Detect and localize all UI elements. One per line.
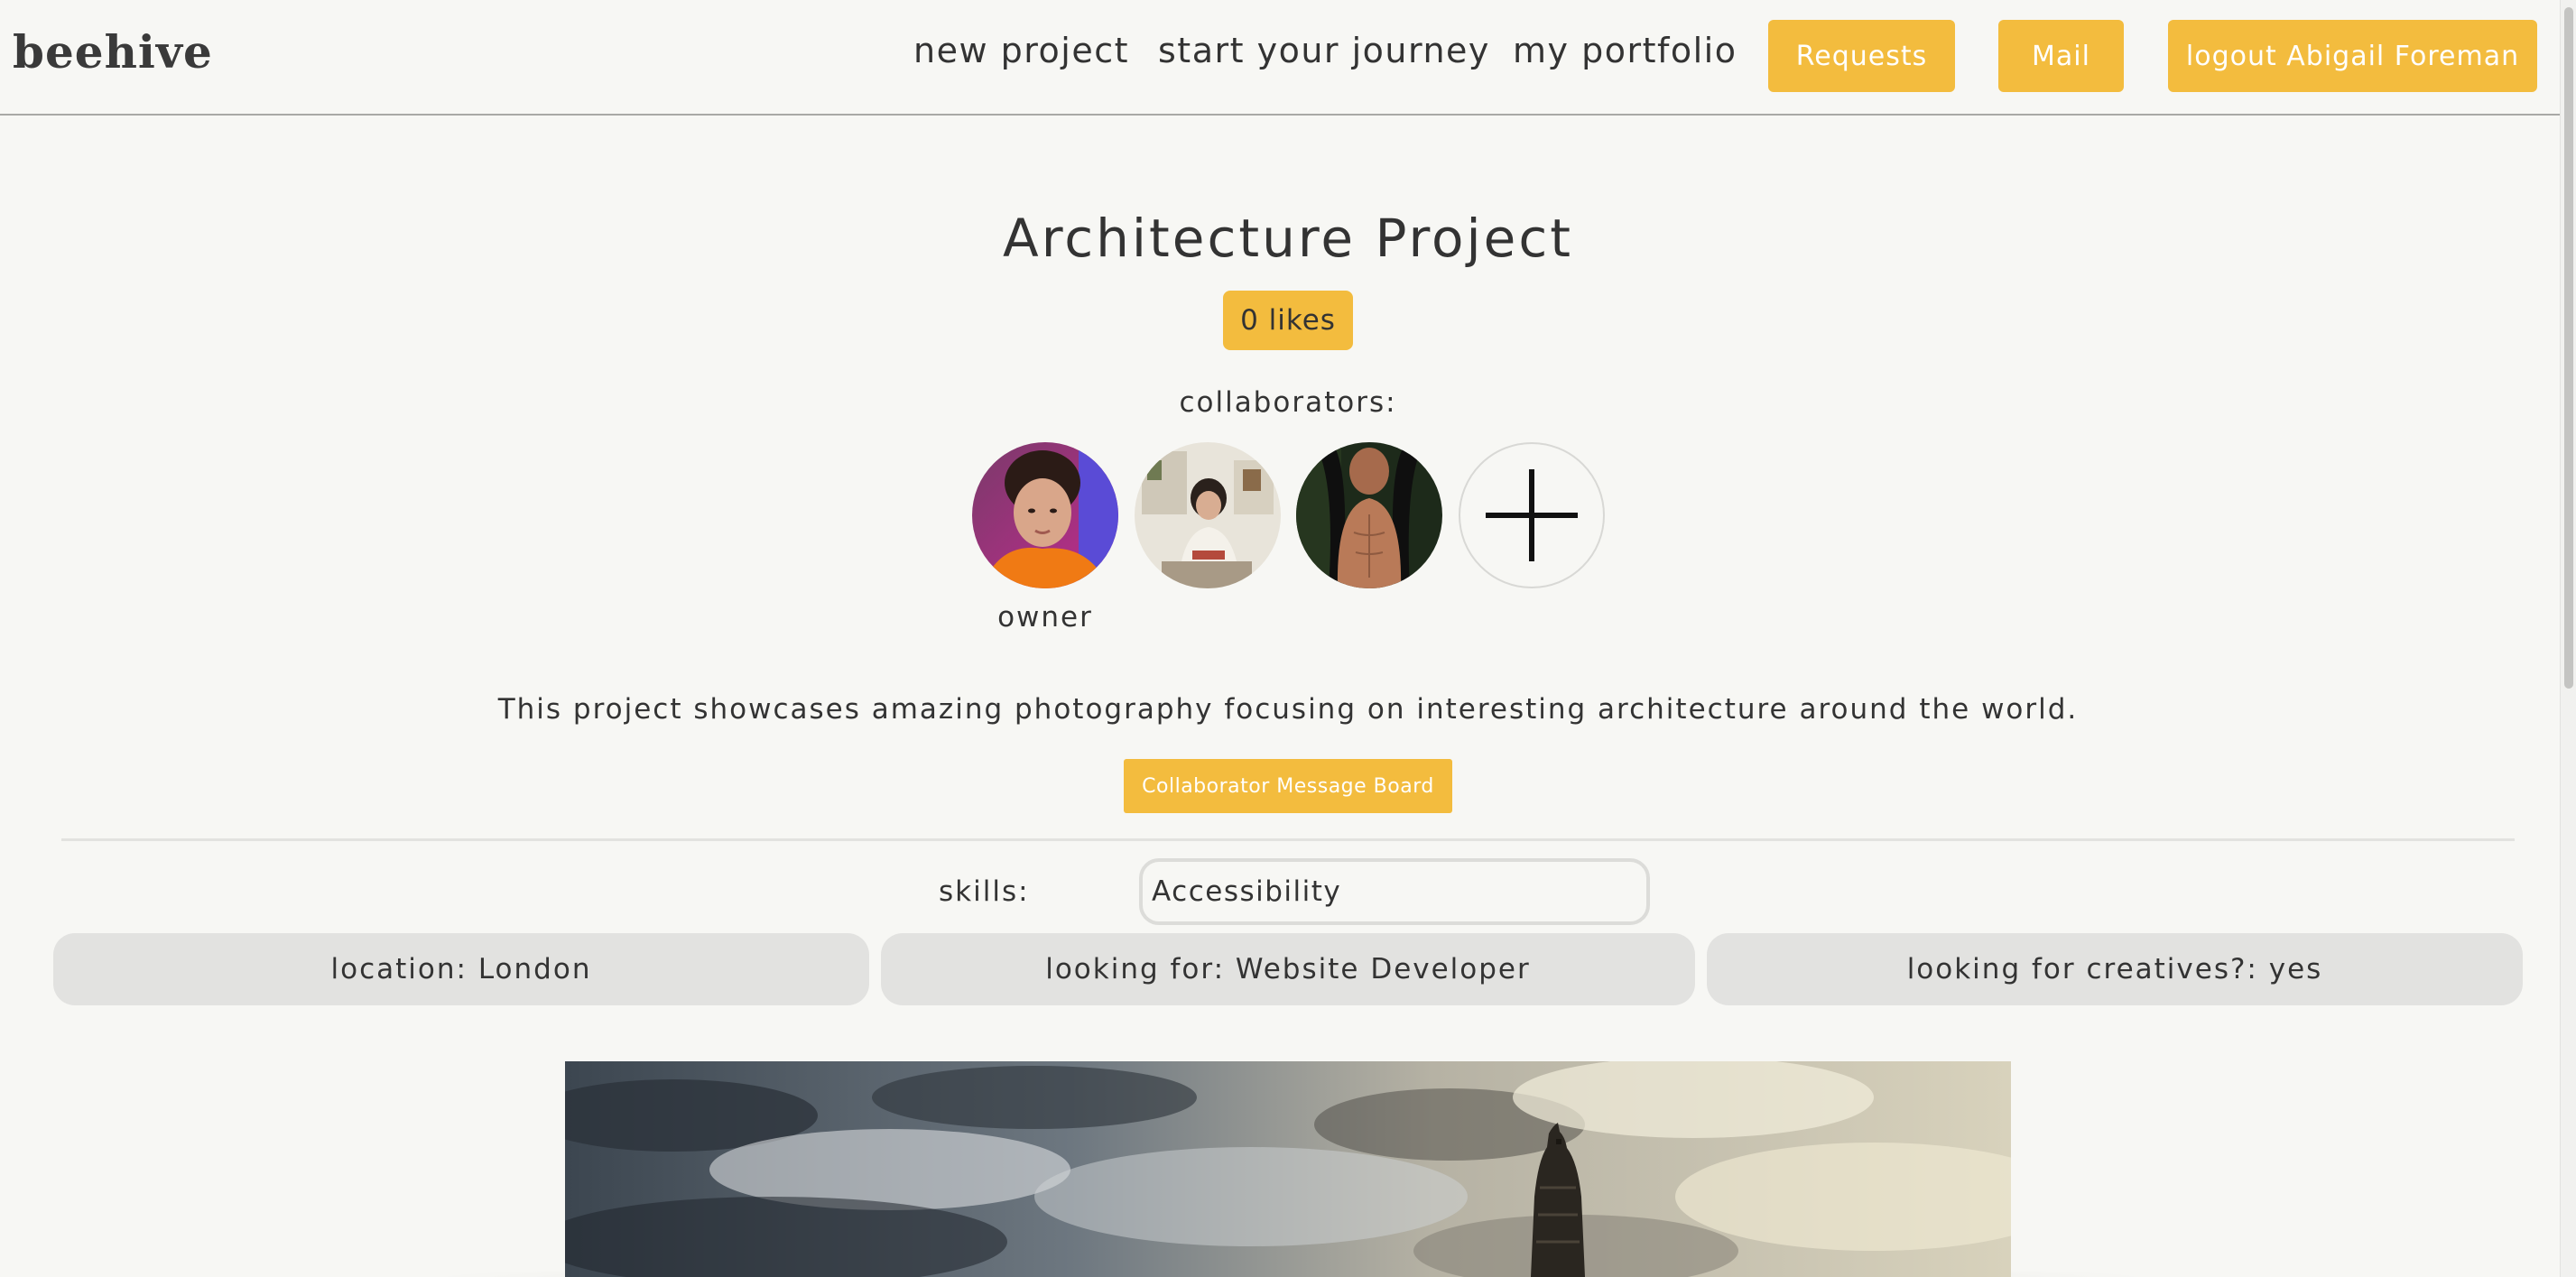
scrollbar[interactable] xyxy=(2560,0,2576,1277)
project-description: This project showcases amazing photograp… xyxy=(497,693,2079,726)
looking-for-creatives-pill: looking for creatives?: yes xyxy=(1707,933,2523,1005)
collaborator-avatar-3[interactable] xyxy=(1296,442,1442,588)
collaborator-avatar-owner[interactable] xyxy=(972,442,1118,588)
avatar-photo-2 xyxy=(1135,442,1281,588)
divider xyxy=(61,838,2515,841)
architecture-photo xyxy=(565,1061,2011,1277)
project-image[interactable] xyxy=(565,1061,2011,1277)
collaborators-label: collaborators: xyxy=(1179,386,1397,419)
skills-select[interactable]: Accessibility xyxy=(1139,858,1650,925)
collaborator-message-board-button[interactable]: Collaborator Message Board xyxy=(1124,759,1452,813)
avatar-photo-1 xyxy=(972,442,1118,588)
collaborator-avatar-2[interactable] xyxy=(1135,442,1281,588)
nav-link-new-project[interactable]: new project xyxy=(913,31,1129,70)
likes-button[interactable]: 0 likes xyxy=(1223,291,1353,350)
nav-link-my-portfolio[interactable]: my portfolio xyxy=(1513,31,1737,70)
owner-label: owner xyxy=(997,601,1093,634)
scrollbar-thumb[interactable] xyxy=(2564,7,2573,689)
looking-for-pill: looking for: Website Developer xyxy=(881,933,1695,1005)
add-collaborator-button[interactable] xyxy=(1459,442,1605,588)
location-pill: location: London xyxy=(53,933,869,1005)
mail-button[interactable]: Mail xyxy=(1998,20,2124,92)
skills-label: skills: xyxy=(939,875,1030,908)
requests-button[interactable]: Requests xyxy=(1768,20,1955,92)
nav-link-start-your-journey[interactable]: start your journey xyxy=(1158,31,1490,70)
project-title: Architecture Project xyxy=(1003,208,1573,269)
logo[interactable]: beehive xyxy=(13,25,213,79)
avatar-photo-3 xyxy=(1296,442,1442,588)
logout-button[interactable]: logout Abigail Foreman xyxy=(2168,20,2537,92)
plus-icon xyxy=(1486,469,1578,561)
navbar: beehive new project start your journey m… xyxy=(0,0,2560,116)
